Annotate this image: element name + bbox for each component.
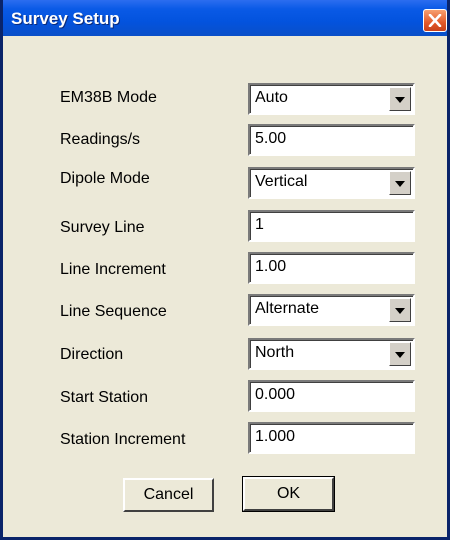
start-station-label: Start Station	[60, 389, 149, 406]
line-sequence-select[interactable]: Alternate	[248, 294, 415, 326]
chevron-down-icon[interactable]	[389, 298, 411, 322]
dipole-mode-select[interactable]: Vertical	[248, 167, 415, 199]
line-increment-value: 1.00	[255, 258, 287, 275]
dipole-mode-label: Dipole Mode	[60, 170, 150, 187]
cancel-button[interactable]: Cancel	[123, 478, 214, 512]
readings-per-second-input[interactable]: 5.00	[248, 124, 415, 156]
close-button[interactable]	[423, 9, 447, 32]
line-sequence-value: Alternate	[255, 300, 320, 317]
chevron-down-icon[interactable]	[389, 342, 411, 366]
station-increment-value: 1.000	[255, 428, 296, 445]
direction-label: Direction	[60, 346, 124, 363]
readings-per-second-label: Readings/s	[60, 131, 141, 148]
chevron-down-icon[interactable]	[389, 87, 411, 111]
station-increment-input[interactable]: 1.000	[248, 422, 415, 454]
survey-setup-dialog: Survey Setup EM38B Mode Auto Readings/s …	[0, 0, 450, 540]
ok-button[interactable]: OK	[242, 476, 335, 512]
title-bar[interactable]: Survey Setup	[3, 0, 447, 36]
direction-select[interactable]: North	[248, 338, 415, 370]
readings-per-second-value: 5.00	[255, 130, 287, 147]
em38b-mode-select[interactable]: Auto	[248, 83, 415, 115]
survey-line-label: Survey Line	[60, 219, 145, 236]
survey-line-value: 1	[255, 216, 264, 233]
em38b-mode-value: Auto	[255, 89, 288, 106]
start-station-value: 0.000	[255, 386, 296, 403]
dipole-mode-value: Vertical	[255, 173, 308, 190]
line-increment-label: Line Increment	[60, 261, 166, 278]
em38b-mode-label: EM38B Mode	[60, 89, 157, 106]
start-station-input[interactable]: 0.000	[248, 380, 415, 412]
line-sequence-label: Line Sequence	[60, 303, 167, 320]
direction-value: North	[255, 344, 295, 361]
close-icon	[428, 14, 442, 27]
station-increment-label: Station Increment	[60, 431, 186, 448]
chevron-down-icon[interactable]	[389, 171, 411, 195]
survey-line-input[interactable]: 1	[248, 210, 415, 242]
window-title: Survey Setup	[11, 9, 120, 28]
line-increment-input[interactable]: 1.00	[248, 252, 415, 284]
